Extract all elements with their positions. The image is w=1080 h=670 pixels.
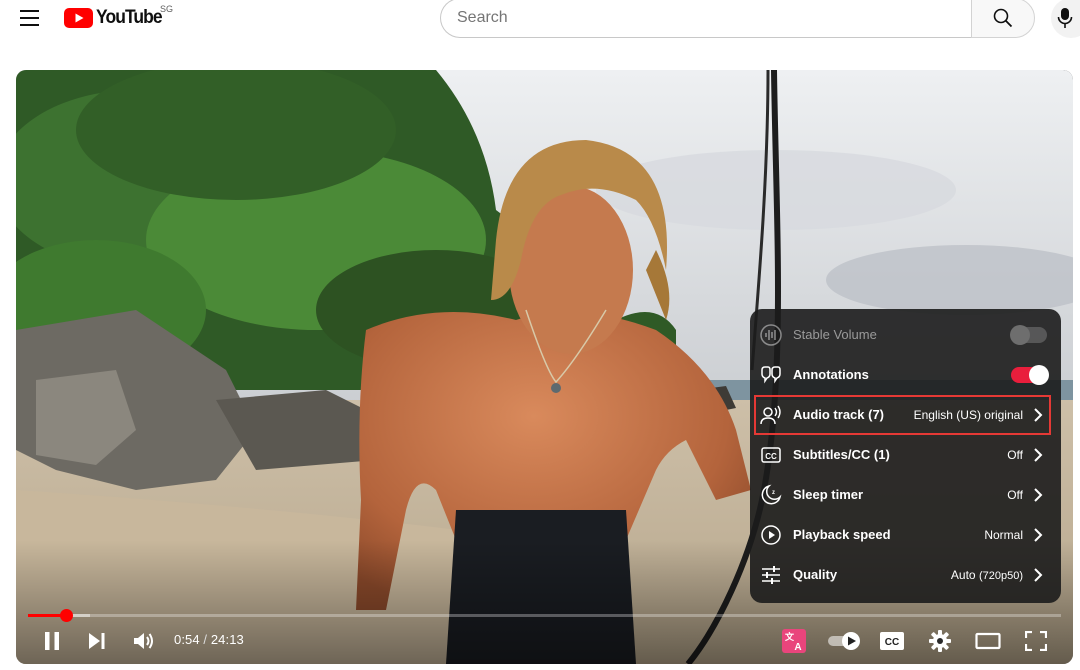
search-input[interactable] [457, 0, 957, 37]
annotations-toggle[interactable] [1011, 365, 1049, 385]
menu-item-value: Auto (720p50) [951, 568, 1023, 582]
youtube-logo[interactable]: YouTube [64, 6, 167, 30]
menu-item-value: Normal [984, 528, 1023, 542]
hamburger-line [19, 24, 39, 26]
fullscreen-icon [1025, 631, 1047, 651]
menu-item-value: Off [1007, 488, 1023, 502]
subtitles-icon: CC [760, 444, 782, 466]
quality-value-main: Auto [950, 568, 976, 582]
masthead: YouTube SG [0, 0, 1080, 40]
gear-icon [929, 630, 951, 652]
theater-mode-icon [975, 632, 1001, 650]
youtube-play-logo-icon [64, 8, 93, 28]
quality-value-detail: (720p50) [978, 570, 1023, 582]
subtitles-icon: CC [880, 632, 904, 650]
menu-item-label: Subtitles/CC (1) [793, 447, 890, 462]
svg-text:CC: CC [885, 637, 899, 648]
svg-text:文: 文 [784, 631, 795, 643]
chevron-right-icon [1034, 528, 1043, 542]
chevron-right-icon [1034, 448, 1043, 462]
menu-item-label: Playback speed [793, 527, 891, 542]
logo-wordmark: YouTube [96, 7, 163, 28]
menu-item-audio-track[interactable]: Audio track (7) English (US) original [754, 395, 1051, 435]
search-button[interactable] [971, 0, 1035, 38]
volume-icon [134, 633, 153, 649]
menu-item-sleep-timer[interactable]: z Sleep timer Off [750, 475, 1061, 515]
quality-icon [760, 564, 782, 586]
menu-item-quality[interactable]: Quality Auto (720p50) [750, 555, 1061, 595]
menu-item-label: Annotations [793, 367, 869, 382]
time-duration: 24:13 [210, 632, 244, 647]
autoplay-toggle[interactable] [824, 626, 864, 656]
microphone-icon [1057, 8, 1073, 28]
search-box [440, 0, 972, 38]
time-display: 0:54 / 24:13 [174, 632, 244, 647]
svg-text:CC: CC [765, 452, 777, 461]
stable-volume-toggle[interactable] [1010, 325, 1047, 345]
menu-item-playback-speed[interactable]: Playback speed Normal [750, 515, 1061, 555]
menu-item-annotations[interactable]: Annotations [750, 355, 1061, 395]
menu-item-label: Quality [793, 567, 838, 582]
fullscreen-button[interactable] [1018, 626, 1054, 656]
toggle-knob [1029, 365, 1049, 385]
guide-menu-button[interactable] [14, 4, 44, 32]
subtitles-button[interactable]: CC [874, 626, 910, 656]
menu-item-value: English (US) original [913, 408, 1023, 422]
chevron-right-icon [1034, 408, 1043, 422]
pause-button[interactable] [34, 626, 70, 656]
menu-item-subtitles[interactable]: CC Subtitles/CC (1) Off [750, 435, 1061, 475]
stable-volume-icon [760, 324, 782, 346]
chevron-right-icon [1034, 488, 1043, 502]
theater-mode-button[interactable] [970, 626, 1006, 656]
svg-text:A: A [794, 642, 801, 653]
menu-item-value: Off [1007, 448, 1023, 462]
menu-item-label: Stable Volume [793, 327, 877, 342]
search-icon [993, 8, 1013, 28]
time-current: 0:54 [174, 632, 200, 647]
menu-item-label: Audio track (7) [793, 407, 885, 422]
autoplay-icon [828, 632, 860, 650]
sleep-timer-icon: z [760, 484, 782, 506]
mute-button[interactable] [126, 626, 162, 656]
annotations-icon [760, 364, 782, 386]
menu-item-label: Sleep timer [793, 487, 864, 502]
progress-bar[interactable] [28, 609, 1061, 622]
voice-search-button[interactable] [1051, 0, 1080, 38]
hamburger-line [19, 10, 39, 12]
translate-icon: 文 A [782, 629, 806, 653]
audio-track-icon [760, 404, 782, 426]
svg-text:z: z [772, 490, 775, 496]
hamburger-line [19, 17, 39, 19]
playback-speed-icon [760, 524, 782, 546]
pause-icon [45, 632, 59, 650]
settings-button[interactable] [922, 626, 958, 656]
toggle-knob [1010, 325, 1030, 345]
settings-menu: Stable Volume Annotations Audio track (7… [750, 309, 1061, 603]
country-code: SG [160, 4, 174, 14]
translate-button[interactable]: 文 A [776, 626, 812, 656]
skip-next-icon [89, 633, 105, 649]
video-player[interactable]: Stable Volume Annotations Audio track (7… [16, 70, 1073, 664]
menu-item-stable-volume[interactable]: Stable Volume [750, 315, 1061, 355]
time-separator: / [199, 632, 211, 647]
chevron-right-icon [1034, 568, 1043, 582]
next-button[interactable] [79, 626, 115, 656]
